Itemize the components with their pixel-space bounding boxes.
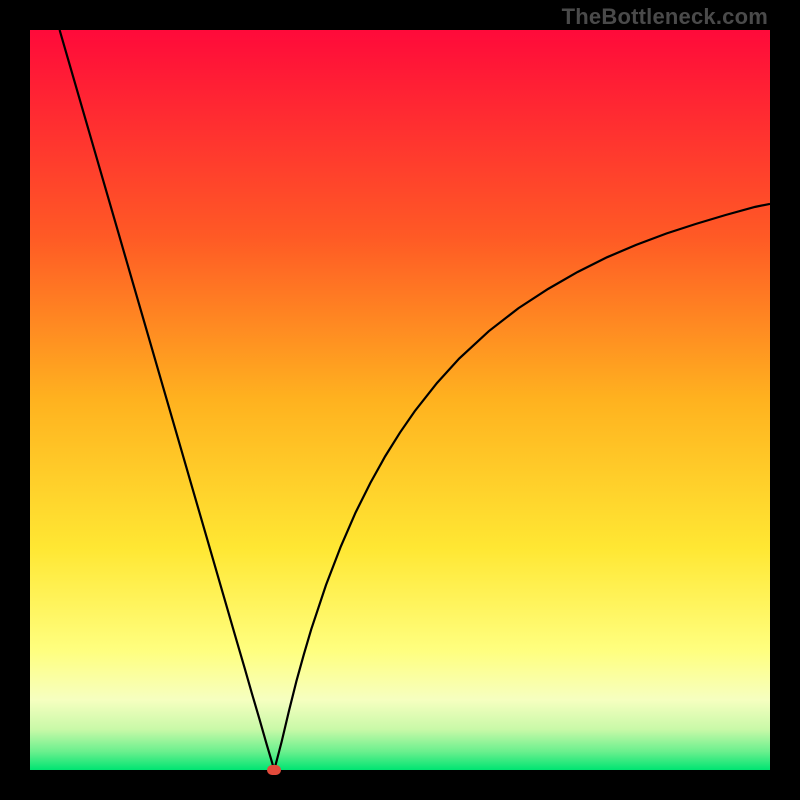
bottleneck-chart [30,30,770,770]
chart-frame [30,30,770,770]
watermark-text: TheBottleneck.com [562,4,768,30]
gradient-background [30,30,770,770]
minimum-marker [267,765,281,775]
